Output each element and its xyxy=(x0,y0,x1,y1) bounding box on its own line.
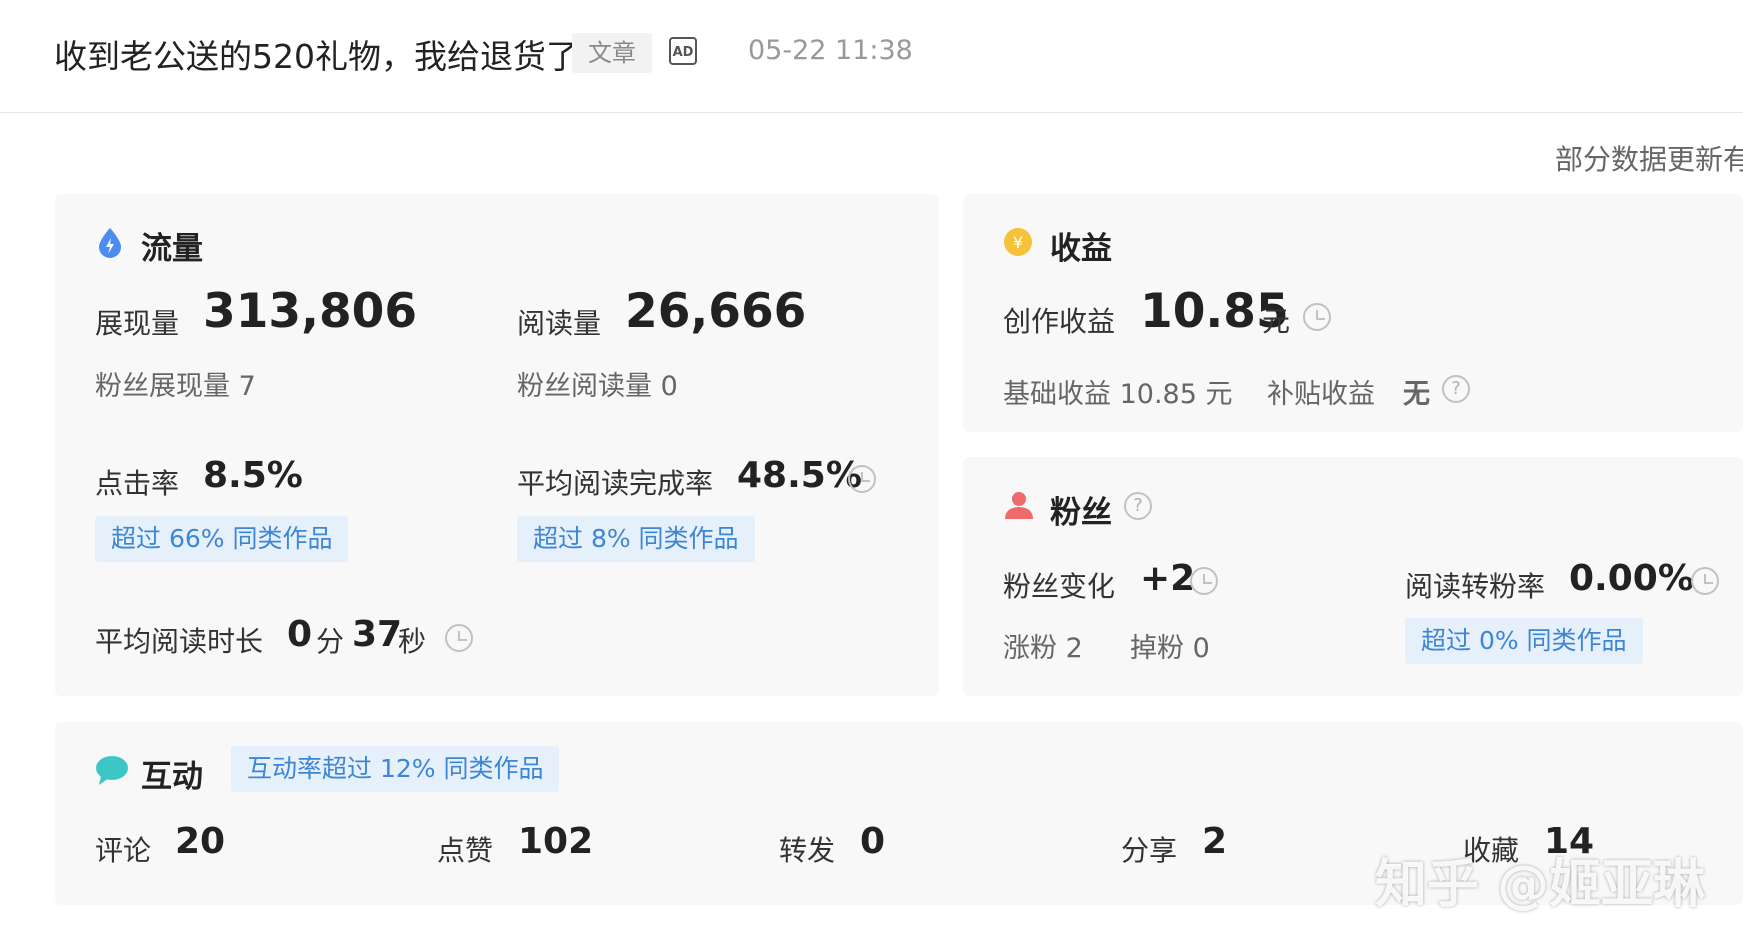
shares-label: 分享 xyxy=(1121,834,1178,867)
fan-impressions: 粉丝展现量 7 xyxy=(95,371,256,402)
reposts-value: 0 xyxy=(860,821,886,862)
impressions-label: 展现量 xyxy=(95,307,180,340)
read-to-fan-label: 阅读转粉率 xyxy=(1405,570,1546,603)
yen-coin-icon: ¥ xyxy=(1004,228,1032,256)
ad-icon: AD xyxy=(669,37,697,65)
fan-reads: 粉丝阅读量 0 xyxy=(517,371,678,402)
read-to-fan-value: 0.00% xyxy=(1569,558,1694,599)
help-icon[interactable]: ? xyxy=(1124,492,1152,520)
clock-icon[interactable] xyxy=(445,624,473,652)
revenue-title: 收益 xyxy=(1050,231,1112,267)
completion-label: 平均阅读完成率 xyxy=(517,467,714,500)
avg-time-minutes: 0 xyxy=(287,614,313,655)
article-type-tag: 文章 xyxy=(572,33,652,73)
reposts-label: 转发 xyxy=(779,834,836,867)
subsidy-label: 补贴收益 xyxy=(1267,379,1375,410)
avg-time-seconds: 37 xyxy=(352,614,403,655)
reads-value: 26,666 xyxy=(625,284,807,339)
clock-icon[interactable] xyxy=(1190,567,1218,595)
base-revenue: 基础收益 10.85 元 xyxy=(1003,379,1233,410)
interaction-badge: 互动率超过 12% 同类作品 xyxy=(231,746,560,792)
read-to-fan-badge: 超过 0% 同类作品 xyxy=(1405,618,1643,664)
impressions-value: 313,806 xyxy=(203,284,418,339)
article-title[interactable]: 收到老公送的520礼物，我给退货了 xyxy=(54,30,579,78)
ctr-value: 8.5% xyxy=(203,455,303,496)
fan-gain: 涨粉 2 xyxy=(1003,633,1083,664)
ctr-badge: 超过 66% 同类作品 xyxy=(95,516,349,562)
interaction-title: 互动 xyxy=(141,759,203,795)
publish-time: 05-22 11:38 xyxy=(748,35,913,66)
traffic-title: 流量 xyxy=(141,231,203,267)
shares-value: 2 xyxy=(1202,821,1228,862)
avg-time-seconds-unit: 秒 xyxy=(398,625,427,658)
fans-title: 粉丝 xyxy=(1050,495,1112,531)
clock-icon[interactable] xyxy=(848,465,876,493)
chat-bubble-icon xyxy=(96,756,128,785)
fan-change-label: 粉丝变化 xyxy=(1003,570,1116,603)
likes-label: 点赞 xyxy=(437,834,494,867)
comments-value: 20 xyxy=(175,821,226,862)
fan-change-value: +2 xyxy=(1140,558,1196,599)
help-icon[interactable]: ? xyxy=(1442,375,1470,403)
drop-bolt-icon xyxy=(99,228,121,258)
ctr-label: 点击率 xyxy=(95,467,180,500)
likes-value: 102 xyxy=(518,821,594,862)
reads-label: 阅读量 xyxy=(517,307,602,340)
creation-revenue-unit: 元 xyxy=(1262,305,1291,338)
svg-text:¥: ¥ xyxy=(1013,233,1023,252)
avg-time-minutes-unit: 分 xyxy=(316,625,345,658)
clock-icon[interactable] xyxy=(1303,303,1331,331)
completion-badge: 超过 8% 同类作品 xyxy=(517,516,755,562)
comments-label: 评论 xyxy=(95,834,152,867)
completion-value: 48.5% xyxy=(737,455,862,496)
update-note: 部分数据更新有 xyxy=(1555,143,1743,176)
creation-revenue-label: 创作收益 xyxy=(1003,305,1116,338)
user-icon xyxy=(1005,492,1033,519)
watermark: 知乎 @姬亚琳 xyxy=(1375,855,1706,915)
clock-icon[interactable] xyxy=(1691,567,1719,595)
subsidy-value: 无 xyxy=(1403,379,1430,410)
avg-time-label: 平均阅读时长 xyxy=(95,625,264,658)
fan-loss: 掉粉 0 xyxy=(1130,633,1210,664)
header-divider xyxy=(0,112,1743,113)
